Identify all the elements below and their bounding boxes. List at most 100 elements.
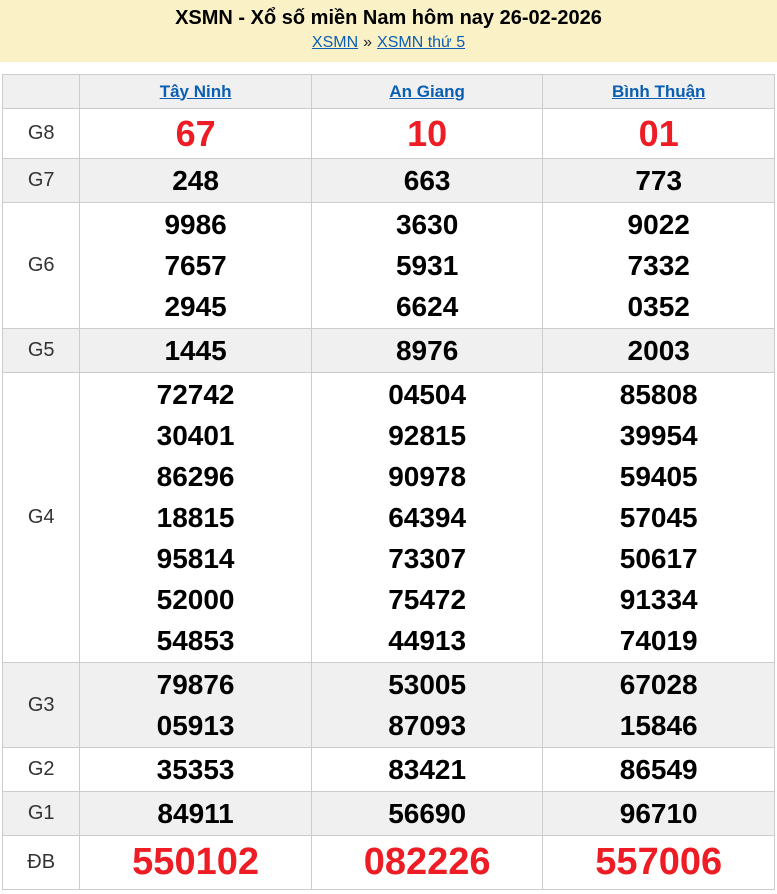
prize-number: 91334 — [619, 584, 698, 615]
province-link[interactable]: Tây Ninh — [160, 82, 232, 101]
table-row: G2 35353 83421 86549 — [1, 747, 775, 792]
prize-number: 6624 — [395, 291, 459, 322]
prize-cell: 8976 — [310, 328, 544, 373]
breadcrumb-link-xsmn[interactable]: XSMN — [312, 34, 358, 51]
prize-number: 75472 — [388, 584, 467, 615]
province-column-header: An Giang — [310, 74, 544, 109]
prize-cell: 663 — [310, 158, 544, 203]
prize-number: 64394 — [388, 502, 467, 533]
results-table-body: G8 67 10 01 G7 248 663 773 G6 9986 7657 2945 3630 593… — [1, 108, 775, 890]
prize-number: 44913 — [388, 625, 467, 656]
prize-number: 773 — [635, 165, 683, 196]
table-row: G3 79876 05913 53005 87093 67028 15846 — [1, 662, 775, 748]
prize-number: 39954 — [619, 420, 698, 451]
prize-cell: 86549 — [542, 747, 775, 792]
prize-number: 52000 — [156, 584, 235, 615]
prize-number: 72742 — [156, 379, 235, 410]
prize-label: G3 — [1, 662, 81, 748]
prize-label: G1 — [1, 791, 81, 836]
prize-number: 85808 — [619, 379, 698, 410]
prize-cell: 85808 39954 59405 57045 50617 91334 74019 — [542, 372, 775, 663]
prize-number: 1445 — [164, 335, 227, 366]
prize-number: 30401 — [156, 420, 235, 451]
table-row: G4 72742 30401 86296 18815 95814 52000 54853 045… — [1, 372, 775, 663]
prize-number: 248 — [172, 165, 219, 196]
prize-cell: 248 — [79, 158, 312, 203]
prize-number: 67028 — [619, 669, 698, 700]
prize-number: 557006 — [595, 841, 723, 883]
results-table-wrapper: Tây Ninh An Giang Bình Thuận G8 67 10 01 G7 248… — [0, 62, 777, 890]
prize-cell: 557006 — [542, 835, 775, 890]
prize-number: 10 — [407, 113, 448, 154]
table-row: G5 1445 8976 2003 — [1, 328, 775, 373]
prize-cell: 79876 05913 — [79, 662, 312, 748]
prize-label: G6 — [1, 202, 81, 329]
prize-number: 9022 — [627, 209, 690, 240]
prize-cell: 72742 30401 86296 18815 95814 52000 54853 — [79, 372, 312, 663]
prize-number: 15846 — [619, 710, 698, 741]
prize-cell: 10 — [310, 108, 544, 159]
prize-cell: 56690 — [310, 791, 544, 836]
prize-cell: 67028 15846 — [542, 662, 775, 748]
page-header-banner: XSMN - Xổ số miền Nam hôm nay 26-02-2026… — [0, 0, 777, 62]
prize-cell: 83421 — [310, 747, 544, 792]
prize-cell: 67 — [79, 108, 312, 159]
breadcrumb-link-xsmn-thu5[interactable]: XSMN thứ 5 — [377, 34, 465, 51]
table-header-row: Tây Ninh An Giang Bình Thuận — [1, 74, 775, 109]
breadcrumb: XSMN » XSMN thứ 5 — [0, 34, 777, 52]
province-link[interactable]: An Giang — [389, 82, 465, 101]
prize-cell: 9022 7332 0352 — [542, 202, 775, 329]
prize-cell: 3630 5931 6624 — [310, 202, 544, 329]
table-row: G7 248 663 773 — [1, 158, 775, 203]
lottery-results-table: Tây Ninh An Giang Bình Thuận G8 67 10 01 G7 248… — [1, 74, 775, 890]
table-row: ĐB 550102 082226 557006 — [1, 835, 775, 890]
prize-cell: 01 — [542, 108, 775, 159]
prize-cell: 773 — [542, 158, 775, 203]
prize-cell: 2003 — [542, 328, 775, 373]
prize-label: G5 — [1, 328, 81, 373]
prize-number: 95814 — [156, 543, 235, 574]
prize-number: 3630 — [395, 209, 459, 240]
prize-number: 0352 — [627, 291, 690, 322]
prize-cell: 35353 — [79, 747, 312, 792]
prize-number: 082226 — [363, 841, 491, 883]
prize-number: 05913 — [156, 710, 235, 741]
prize-cell: 84911 — [79, 791, 312, 836]
table-row: G6 9986 7657 2945 3630 5931 6624 9022 7332 0352 — [1, 202, 775, 329]
prize-number: 56690 — [388, 798, 467, 829]
prize-cell: 550102 — [79, 835, 312, 890]
prize-number: 79876 — [156, 669, 235, 700]
prize-number: 2945 — [164, 291, 227, 322]
prize-cell: 53005 87093 — [310, 662, 544, 748]
prize-number: 7657 — [164, 250, 227, 281]
prize-label: G8 — [1, 108, 81, 159]
province-link[interactable]: Bình Thuận — [612, 82, 705, 101]
prize-number: 83421 — [388, 754, 467, 785]
prize-label: ĐB — [1, 835, 81, 890]
prize-number: 57045 — [619, 502, 698, 533]
prize-number: 90978 — [388, 461, 467, 492]
prize-number: 96710 — [619, 798, 698, 829]
prize-cell: 082226 — [310, 835, 544, 890]
prize-number: 18815 — [156, 502, 235, 533]
prize-number: 74019 — [619, 625, 698, 656]
prize-number: 35353 — [156, 754, 235, 785]
province-column-header: Bình Thuận — [542, 74, 775, 109]
prize-number: 5931 — [395, 250, 459, 281]
prize-number: 2003 — [627, 335, 690, 366]
prize-number: 550102 — [132, 841, 259, 883]
prize-cell: 96710 — [542, 791, 775, 836]
page-title: XSMN - Xổ số miền Nam hôm nay 26-02-2026 — [175, 7, 602, 29]
prize-number: 73307 — [388, 543, 467, 574]
prize-number: 59405 — [619, 461, 698, 492]
prize-number: 67 — [175, 113, 216, 154]
table-row: G1 84911 56690 96710 — [1, 791, 775, 836]
prize-number: 87093 — [388, 710, 467, 741]
prize-number: 04504 — [388, 379, 467, 410]
prize-number: 86296 — [156, 461, 235, 492]
prize-cell: 1445 — [79, 328, 312, 373]
prize-number: 8976 — [395, 335, 459, 366]
prize-number: 7332 — [627, 250, 690, 281]
prize-label: G2 — [1, 747, 81, 792]
prize-number: 86549 — [619, 754, 698, 785]
